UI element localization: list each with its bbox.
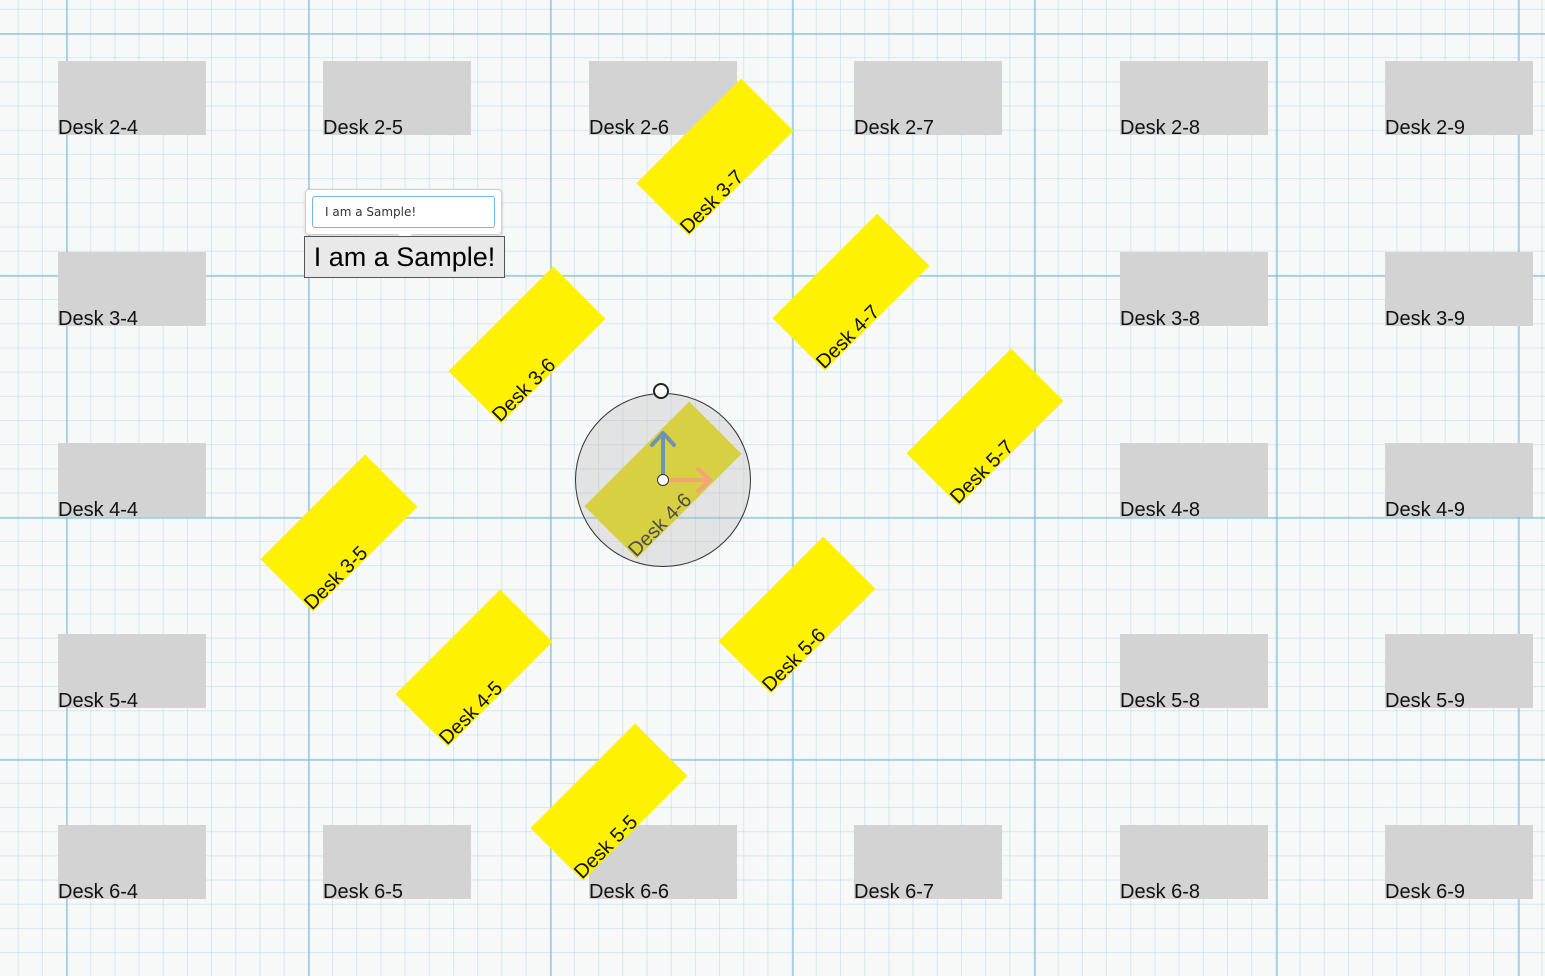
desk[interactable]: Desk 4-9	[1385, 443, 1533, 521]
desk-label: Desk 4-5	[435, 677, 508, 750]
desk[interactable]: Desk 6-7	[854, 825, 1002, 903]
rotated-desk[interactable]: Desk 5-6	[718, 536, 876, 697]
pivot-handle[interactable]	[657, 474, 669, 486]
desk-label: Desk 3-4	[58, 308, 139, 330]
desk[interactable]: Desk 6-8	[1120, 825, 1268, 903]
rotated-desk[interactable]: Desk 5-7	[906, 348, 1064, 509]
desk[interactable]: Desk 2-9	[1385, 61, 1533, 139]
desk-label: Desk 5-4	[58, 690, 139, 712]
rotation-handle[interactable]	[653, 383, 669, 399]
desk[interactable]: Desk 4-4	[58, 443, 206, 521]
desk[interactable]: Desk 3-8	[1120, 252, 1268, 330]
desk[interactable]: Desk 4-8	[1120, 443, 1268, 521]
desk-label: Desk 6-4	[58, 881, 139, 903]
desk-label: Desk 6-6	[589, 881, 670, 903]
desk[interactable]: Desk 2-8	[1120, 61, 1268, 139]
desk-label: Desk 2-6	[589, 117, 670, 139]
desk-label: Desk 2-4	[58, 117, 139, 139]
desk-label: Desk 3-6	[488, 354, 561, 427]
desk[interactable]: Desk 5-4	[58, 634, 206, 712]
desk[interactable]: Desk 2-7	[854, 61, 1002, 139]
desk-label: Desk 6-7	[854, 881, 935, 903]
desk-label: Desk 2-9	[1385, 117, 1466, 139]
desk-label: Desk 4-4	[58, 499, 139, 521]
desk[interactable]: Desk 2-4	[58, 61, 206, 139]
desk[interactable]: Desk 5-8	[1120, 634, 1268, 712]
desk-label: Desk 2-5	[323, 117, 404, 139]
desk[interactable]: Desk 3-9	[1385, 252, 1533, 330]
desk-label: Desk 2-7	[854, 117, 935, 139]
desk-label: Desk 6-9	[1385, 881, 1466, 903]
desk-label: Desk 3-7	[676, 166, 749, 239]
text-object[interactable]: I am a Sample!	[304, 236, 505, 278]
desk-label: Desk 3-5	[300, 542, 373, 615]
desk[interactable]: Desk 5-9	[1385, 634, 1533, 712]
desk-label: Desk 5-8	[1120, 690, 1201, 712]
rotated-desk[interactable]: Desk 3-6	[448, 266, 606, 427]
desk-label: Desk 2-8	[1120, 117, 1201, 139]
desk-label: Desk 6-5	[323, 881, 404, 903]
floor-plan-canvas[interactable]: Desk 2-4 Desk 2-5 Desk 2-6 Desk 2-7 Desk…	[0, 0, 1545, 976]
text-edit-input[interactable]	[312, 196, 495, 228]
rotated-desk[interactable]: Desk 3-5	[260, 454, 418, 615]
desk-label: Desk 4-7	[812, 301, 885, 374]
desk-label: Desk 5-7	[946, 436, 1019, 509]
desk-label: Desk 4-8	[1120, 499, 1201, 521]
rotated-desk[interactable]: Desk 4-5	[395, 589, 553, 750]
desk[interactable]: Desk 2-5	[323, 61, 471, 139]
desk-label: Desk 4-6	[624, 489, 697, 562]
desk[interactable]: Desk 6-4	[58, 825, 206, 903]
desk[interactable]: Desk 6-9	[1385, 825, 1533, 903]
desk-label: Desk 3-8	[1120, 308, 1201, 330]
desk-label: Desk 3-9	[1385, 308, 1466, 330]
desk-label: Desk 5-9	[1385, 690, 1466, 712]
text-edit-popup	[305, 189, 502, 241]
desk-label: Desk 4-9	[1385, 499, 1466, 521]
desk[interactable]: Desk 3-4	[58, 252, 206, 330]
move-axes-icon[interactable]	[640, 425, 720, 495]
desk-label: Desk 5-6	[758, 624, 831, 697]
rotated-desk[interactable]: Desk 4-7	[772, 213, 930, 374]
desk-label: Desk 6-8	[1120, 881, 1201, 903]
desk[interactable]: Desk 6-5	[323, 825, 471, 903]
